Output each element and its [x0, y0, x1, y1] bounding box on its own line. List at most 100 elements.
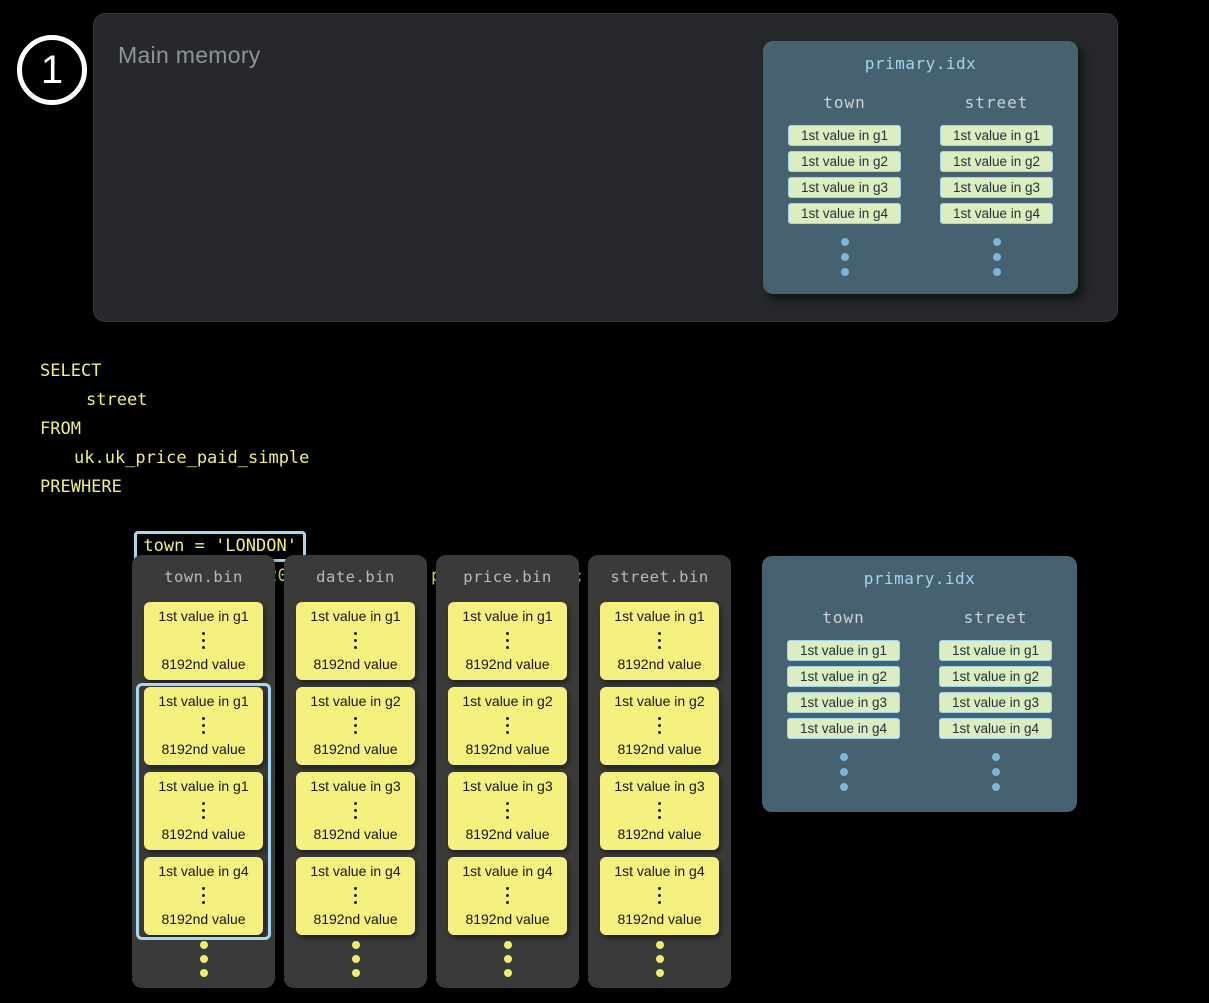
ellipsis-dots-icon: [840, 753, 848, 791]
ellipsis-dots-icon: [993, 238, 1001, 276]
index-mark-cell: 1st value in g4: [787, 718, 900, 739]
granule-last-value: 8192nd value: [617, 911, 701, 927]
main-memory-panel: Main memory primary.idx town 1st value i…: [93, 13, 1118, 322]
index-mark-cell: 1st value in g1: [940, 125, 1053, 146]
primary-idx-columns: town 1st value in g1 1st value in g2 1st…: [762, 608, 1077, 791]
granule-last-value: 8192nd value: [617, 826, 701, 842]
granule-block: 1st value in g4 8192nd value: [296, 857, 415, 935]
index-mark-cell: 1st value in g1: [788, 125, 901, 146]
ellipsis-dots-icon: [992, 753, 1000, 791]
granule-first-value: 1st value in g1: [310, 608, 400, 624]
granule-block: 1st value in g1 8192nd value: [600, 602, 719, 680]
granule-last-value: 8192nd value: [465, 911, 549, 927]
granule-first-value: 1st value in g4: [310, 863, 400, 879]
primary-idx-street-column: street 1st value in g1 1st value in g2 1…: [940, 93, 1053, 276]
sql-query: SELECT street FROM uk.uk_price_paid_simp…: [40, 357, 585, 531]
date-bin-column: date.bin 1st value in g1 8192nd value 1s…: [284, 555, 427, 988]
sql-line-select-column: street: [40, 386, 585, 415]
index-mark-cell: 1st value in g1: [939, 640, 1052, 661]
granule-last-value: 8192nd value: [161, 656, 245, 672]
primary-idx-columns: town 1st value in g1 1st value in g2 1st…: [763, 93, 1078, 276]
index-mark-cell: 1st value in g4: [939, 718, 1052, 739]
granule-last-value: 8192nd value: [313, 911, 397, 927]
town-bin-title: town.bin: [132, 568, 275, 586]
town-bin-column: town.bin 1st value in g1 8192nd value 1s…: [132, 555, 275, 988]
ellipsis-dots-icon: [200, 941, 208, 977]
sql-line-table: uk.uk_price_paid_simple: [40, 444, 585, 473]
granule-block: 1st value in g1 8192nd value: [296, 602, 415, 680]
sql-line-condition: town = 'LONDON' AND date > '2024-12-31' …: [40, 502, 585, 531]
ellipsis-dots-icon: [658, 887, 661, 904]
ellipsis-dots-icon: [658, 802, 661, 819]
sql-line-prewhere: PREWHERE: [40, 473, 585, 502]
granule-block: 1st value in g1 8192nd value: [144, 602, 263, 680]
primary-idx-town-column: town 1st value in g1 1st value in g2 1st…: [787, 608, 900, 791]
ellipsis-dots-icon: [354, 802, 357, 819]
granule-last-value: 8192nd value: [313, 826, 397, 842]
index-mark-cell: 1st value in g3: [939, 692, 1052, 713]
index-mark-cell: 1st value in g1: [787, 640, 900, 661]
granule-first-value: 1st value in g3: [614, 778, 704, 794]
ellipsis-dots-icon: [506, 887, 509, 904]
granule-first-value: 1st value in g2: [310, 693, 400, 709]
index-mark-cell: 1st value in g2: [940, 151, 1053, 172]
sql-line-select: SELECT: [40, 357, 585, 386]
granule-last-value: 8192nd value: [617, 656, 701, 672]
granule-first-value: 1st value in g1: [158, 608, 248, 624]
granule-block: 1st value in g2 8192nd value: [448, 687, 567, 765]
ellipsis-dots-icon: [841, 238, 849, 276]
granule-block: 1st value in g3 8192nd value: [296, 772, 415, 850]
index-mark-cell: 1st value in g2: [787, 666, 900, 687]
granule-block: 1st value in g1 8192nd value: [448, 602, 567, 680]
street-bin-column: street.bin 1st value in g1 8192nd value …: [588, 555, 731, 988]
diagram-stage: 1 Main memory primary.idx town 1st value…: [0, 0, 1209, 1003]
granule-block: 1st value in g3 8192nd value: [448, 772, 567, 850]
town-column-header: town: [822, 608, 865, 627]
step-number: 1: [41, 50, 63, 90]
granule-first-value: 1st value in g3: [310, 778, 400, 794]
primary-idx-town-column: town 1st value in g1 1st value in g2 1st…: [788, 93, 901, 276]
primary-idx-panel-disk: primary.idx town 1st value in g1 1st val…: [762, 556, 1077, 812]
granule-last-value: 8192nd value: [465, 741, 549, 757]
ellipsis-dots-icon: [354, 717, 357, 734]
ellipsis-dots-icon: [354, 887, 357, 904]
index-mark-cell: 1st value in g3: [940, 177, 1053, 198]
ellipsis-dots-icon: [202, 632, 205, 649]
ellipsis-dots-icon: [658, 632, 661, 649]
price-bin-title: price.bin: [436, 568, 579, 586]
step-1-badge: 1: [17, 35, 87, 105]
granule-last-value: 8192nd value: [465, 826, 549, 842]
index-mark-cell: 1st value in g3: [787, 692, 900, 713]
street-bin-title: street.bin: [588, 568, 731, 586]
granule-first-value: 1st value in g4: [614, 863, 704, 879]
granule-first-value: 1st value in g1: [614, 608, 704, 624]
primary-idx-title: primary.idx: [762, 569, 1077, 588]
main-memory-label: Main memory: [118, 42, 261, 69]
price-bin-column: price.bin 1st value in g1 8192nd value 1…: [436, 555, 579, 988]
primary-idx-title: primary.idx: [763, 54, 1078, 73]
ellipsis-dots-icon: [658, 717, 661, 734]
granule-last-value: 8192nd value: [313, 656, 397, 672]
index-mark-cell: 1st value in g2: [788, 151, 901, 172]
street-column-header: street: [965, 93, 1029, 112]
granule-last-value: 8192nd value: [617, 741, 701, 757]
granule-first-value: 1st value in g2: [462, 693, 552, 709]
ellipsis-dots-icon: [504, 941, 512, 977]
granule-first-value: 1st value in g2: [614, 693, 704, 709]
granule-last-value: 8192nd value: [465, 656, 549, 672]
primary-idx-panel-memory: primary.idx town 1st value in g1 1st val…: [763, 41, 1078, 294]
ellipsis-dots-icon: [656, 941, 664, 977]
primary-idx-street-column: street 1st value in g1 1st value in g2 1…: [939, 608, 1052, 791]
sql-line-from: FROM: [40, 415, 585, 444]
granule-first-value: 1st value in g3: [462, 778, 552, 794]
granule-last-value: 8192nd value: [313, 741, 397, 757]
town-column-header: town: [823, 93, 866, 112]
ellipsis-dots-icon: [506, 802, 509, 819]
granule-first-value: 1st value in g4: [462, 863, 552, 879]
granule-block: 1st value in g3 8192nd value: [600, 772, 719, 850]
date-bin-title: date.bin: [284, 568, 427, 586]
granule-block: 1st value in g4 8192nd value: [448, 857, 567, 935]
granule-block: 1st value in g4 8192nd value: [600, 857, 719, 935]
column-files-row: town.bin 1st value in g1 8192nd value 1s…: [132, 555, 732, 988]
index-mark-cell: 1st value in g4: [788, 203, 901, 224]
